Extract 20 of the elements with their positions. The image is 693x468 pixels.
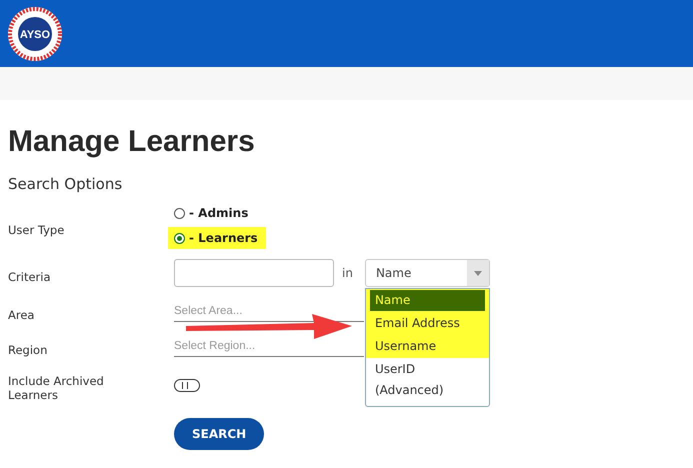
search-button[interactable]: SEARCH — [174, 418, 264, 450]
field-label: User Type — [8, 223, 66, 237]
field-label: Criteria — [8, 270, 52, 284]
field-label: Include Archived Learners — [8, 374, 105, 402]
radio-option[interactable]: - Admins — [174, 203, 254, 223]
dropdown-option[interactable]: Username — [366, 335, 489, 358]
dropdown-option[interactable]: UserID (Advanced) — [366, 358, 489, 402]
criteria-select[interactable]: Name — [364, 259, 490, 287]
criteria-input[interactable] — [174, 259, 334, 287]
caret-icon — [474, 270, 482, 276]
radio-option[interactable]: - Learners — [168, 227, 266, 249]
dropdown-option[interactable]: Name — [366, 289, 489, 312]
logo: AYSO — [7, 6, 63, 62]
section-heading: Search Options — [8, 175, 124, 193]
archived-toggle[interactable] — [174, 379, 200, 392]
page-title: Manage Learners — [8, 125, 256, 159]
dropdown-option[interactable]: Email Address — [366, 312, 489, 335]
joiner-text: in — [342, 266, 353, 280]
field-label: Region — [8, 342, 48, 356]
field-label: Area — [8, 308, 36, 322]
